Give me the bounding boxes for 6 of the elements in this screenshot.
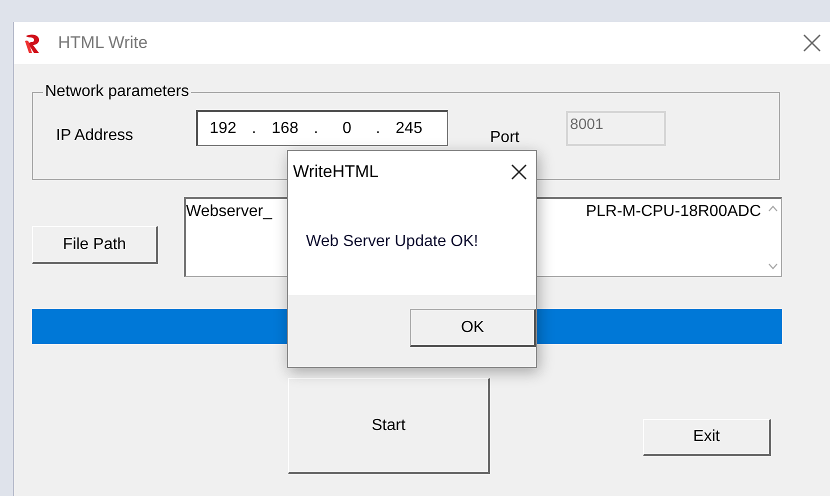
dialog-message: Web Server Update OK! [306,233,478,251]
window-title: HTML Write [58,33,148,53]
group-label: Network parameters [44,83,190,101]
port-label: Port [490,129,520,147]
ip-address-label: IP Address [56,127,134,145]
dialog-title: WriteHTML [293,162,379,182]
